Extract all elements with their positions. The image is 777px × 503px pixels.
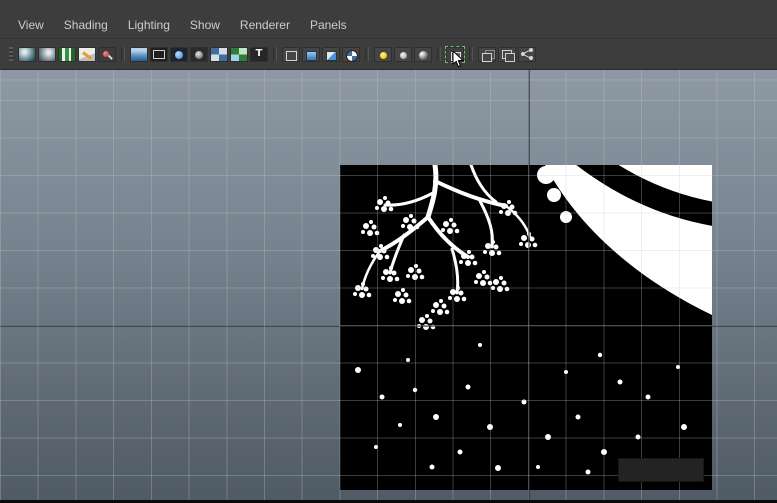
overlay-box [618, 458, 704, 482]
toolbar-separator [365, 47, 369, 61]
bookmarks-icon[interactable] [58, 47, 76, 62]
panel-toolbar: T [0, 38, 777, 70]
gate-mask-icon[interactable] [190, 47, 208, 62]
viewport-cube-icon[interactable] [478, 47, 496, 62]
textured-icon[interactable] [322, 47, 340, 62]
grid-z-axis [528, 70, 530, 503]
camera-attributes-icon[interactable] [38, 47, 56, 62]
toolbar-separator [469, 47, 473, 61]
menu-panels[interactable]: Panels [300, 16, 357, 34]
duplicate-view-icon[interactable] [498, 47, 516, 62]
all-lights-icon[interactable] [414, 47, 432, 62]
share-glyph [520, 48, 534, 60]
menu-renderer[interactable]: Renderer [230, 16, 300, 34]
grease-pencil-icon[interactable] [98, 47, 116, 62]
safe-action-icon[interactable] [230, 47, 248, 62]
maya-panel: View Shading Lighting Show Renderer Pane… [0, 0, 777, 503]
wireframe-on-shaded-icon[interactable] [302, 47, 320, 62]
image-plane-icon[interactable] [78, 47, 96, 62]
image-plane-texture[interactable] [340, 165, 712, 490]
toolbar-separator [273, 47, 277, 61]
safe-title-icon[interactable]: T [250, 47, 268, 62]
film-gate-icon[interactable] [150, 47, 168, 62]
camera-icon[interactable] [18, 47, 36, 62]
checker-material-icon[interactable] [342, 47, 360, 62]
safe-title-glyph: T [256, 49, 263, 59]
panel-menubar: View Shading Lighting Show Renderer Pane… [0, 0, 777, 38]
resolution-gate-icon[interactable] [170, 47, 188, 62]
toolbar-separator [437, 47, 441, 61]
toolbar-separator [121, 47, 125, 61]
share-view-icon[interactable] [518, 47, 536, 62]
menu-lighting[interactable]: Lighting [118, 16, 180, 34]
viewport-canvas[interactable] [0, 70, 777, 503]
smooth-shade-icon[interactable] [130, 47, 148, 62]
menu-show[interactable]: Show [180, 16, 230, 34]
flat-lighting-icon[interactable] [394, 47, 412, 62]
mouse-cursor-icon [452, 51, 465, 68]
field-chart-icon[interactable] [210, 47, 228, 62]
isolate-select-icon[interactable] [282, 47, 300, 62]
tree-texture-image [340, 165, 712, 490]
grid-x-axis [0, 325, 777, 327]
menu-shading[interactable]: Shading [54, 16, 118, 34]
menu-view[interactable]: View [8, 16, 54, 34]
object-selection-icon[interactable] [446, 47, 464, 62]
use-default-lighting-icon[interactable] [374, 47, 392, 62]
toolbar-handle[interactable] [9, 47, 13, 61]
